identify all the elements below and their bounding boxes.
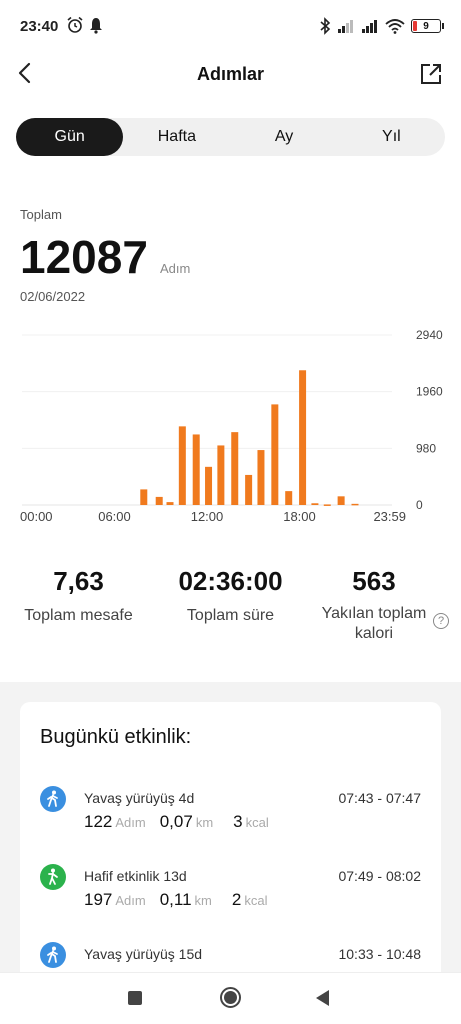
x-tick-label: 06:00 — [98, 509, 131, 524]
status-bar: 23:40 9 — [0, 0, 461, 50]
activity-item[interactable]: Yavaş yürüyüş 4d 07:43 - 07:47 122 Adım … — [20, 786, 441, 856]
selected-date: 02/06/2022 — [20, 289, 86, 304]
status-time: 23:40 — [20, 18, 59, 35]
y-tick-label: 1960 — [416, 385, 443, 399]
activity-time: 10:33 - 10:48 — [338, 946, 421, 962]
walking-icon — [40, 786, 66, 812]
home-icon[interactable] — [220, 987, 241, 1008]
battery-icon: 9 — [411, 19, 444, 33]
activity-name: Yavaş yürüyüş 15d — [84, 946, 203, 962]
activity-calories: 3 — [233, 812, 243, 831]
bluetooth-icon — [320, 17, 331, 35]
bell-icon — [90, 18, 102, 34]
duration-value: 02:36:00 — [178, 566, 283, 596]
activity-steps-unit: Adım — [115, 815, 146, 830]
chart-bar — [192, 434, 200, 505]
calories-value: 563 — [352, 566, 396, 596]
x-tick-label: 23:59 — [373, 509, 406, 524]
activity-steps: 197 — [84, 890, 113, 909]
y-tick-label: 2940 — [416, 328, 443, 342]
chart-bar — [166, 502, 174, 505]
chart-bar — [351, 503, 359, 506]
activity-name: Hafif etkinlik 13d — [84, 868, 187, 884]
chart-bar — [231, 432, 239, 505]
tab-day[interactable]: Gün — [16, 118, 124, 156]
wifi-icon — [385, 19, 405, 34]
system-nav-bar — [0, 972, 461, 1024]
activity-time: 07:43 - 07:47 — [338, 790, 421, 806]
share-icon[interactable] — [419, 62, 443, 86]
signal-icon — [362, 20, 377, 33]
activity-time: 07:49 - 08:02 — [338, 868, 421, 884]
walking-icon — [40, 942, 66, 968]
recents-icon[interactable] — [128, 991, 142, 1005]
x-tick-label: 12:00 — [191, 509, 224, 524]
activity-values: 197 Adım 0,11 km 2 kcal — [84, 890, 267, 910]
activity-values: 122 Adım 0,07 km 3 kcal — [84, 812, 269, 832]
chart-bar — [140, 489, 148, 505]
distance-label: Toplam mesafe — [24, 607, 133, 624]
activity-title: Bugünkü etkinlik: — [40, 726, 192, 748]
distance-value: 7,63 — [53, 566, 104, 596]
activity-item[interactable]: Yavaş yürüyüş 15d 10:33 - 10:48 — [20, 942, 441, 972]
activity-calories-unit: kcal — [244, 893, 268, 908]
x-tick-label: 18:00 — [283, 509, 316, 524]
page-title: Adımlar — [196, 64, 265, 84]
chart-bar — [285, 491, 293, 505]
activity-distance-unit: km — [195, 815, 214, 830]
chart-bar — [337, 496, 345, 505]
activity-calories: 2 — [231, 890, 242, 909]
chart-bar — [323, 504, 331, 506]
chart-bar — [311, 503, 319, 505]
chart-bar — [217, 445, 225, 505]
activity-name: Yavaş yürüyüş 4d — [84, 790, 195, 806]
y-tick-label: 0 — [416, 498, 423, 512]
light-activity-icon — [40, 864, 66, 890]
total-steps: 12087 — [20, 231, 148, 283]
tab-month[interactable]: Ay — [231, 118, 338, 156]
activity-steps: 122 — [84, 812, 113, 831]
activity-steps-unit: Adım — [115, 893, 146, 908]
total-label: Toplam — [20, 207, 62, 222]
battery-level: 9 — [423, 20, 429, 32]
activity-item[interactable]: Hafif etkinlik 13d 07:49 - 08:02 197 Adı… — [20, 864, 441, 934]
activity-distance: 0,07 — [159, 812, 193, 831]
calories-label: Yakılan toplam kalori — [314, 604, 434, 644]
y-tick-label: 980 — [416, 441, 436, 455]
chart-bar — [178, 426, 186, 505]
activity-distance-unit: km — [194, 893, 212, 908]
duration-label: Toplam süre — [186, 607, 275, 624]
x-tick-label: 00:00 — [20, 509, 53, 524]
back-icon[interactable] — [316, 990, 329, 1006]
help-icon[interactable]: ? — [433, 613, 449, 629]
calories-label-line1: Yakılan toplam — [321, 605, 427, 622]
steps-chart[interactable]: 2940 1960 980 0 00:00 06:00 12:00 18:00 23:59 — [0, 325, 461, 530]
activity-card: Bugünkü etkinlik: Yavaş yürüyüş 4d 07:43… — [20, 702, 441, 972]
alarm-icon — [67, 16, 83, 33]
activity-distance: 0,11 — [159, 890, 192, 909]
activity-calories-unit: kcal — [245, 815, 269, 830]
app-header: Adımlar — [0, 50, 461, 100]
tab-week[interactable]: Hafta — [123, 118, 230, 156]
chart-bar — [271, 404, 279, 505]
chart-bar — [257, 450, 265, 505]
signal-icon — [338, 20, 353, 33]
chart-bar — [155, 496, 163, 505]
chart-bar — [245, 474, 253, 505]
chart-bar — [205, 466, 213, 505]
period-tabs: Gün Hafta Ay Yıl — [16, 118, 445, 156]
tab-year[interactable]: Yıl — [338, 118, 445, 156]
chart-bar — [299, 370, 307, 505]
calories-label-line2: kalori — [354, 625, 394, 642]
steps-unit: Adım — [160, 261, 191, 276]
